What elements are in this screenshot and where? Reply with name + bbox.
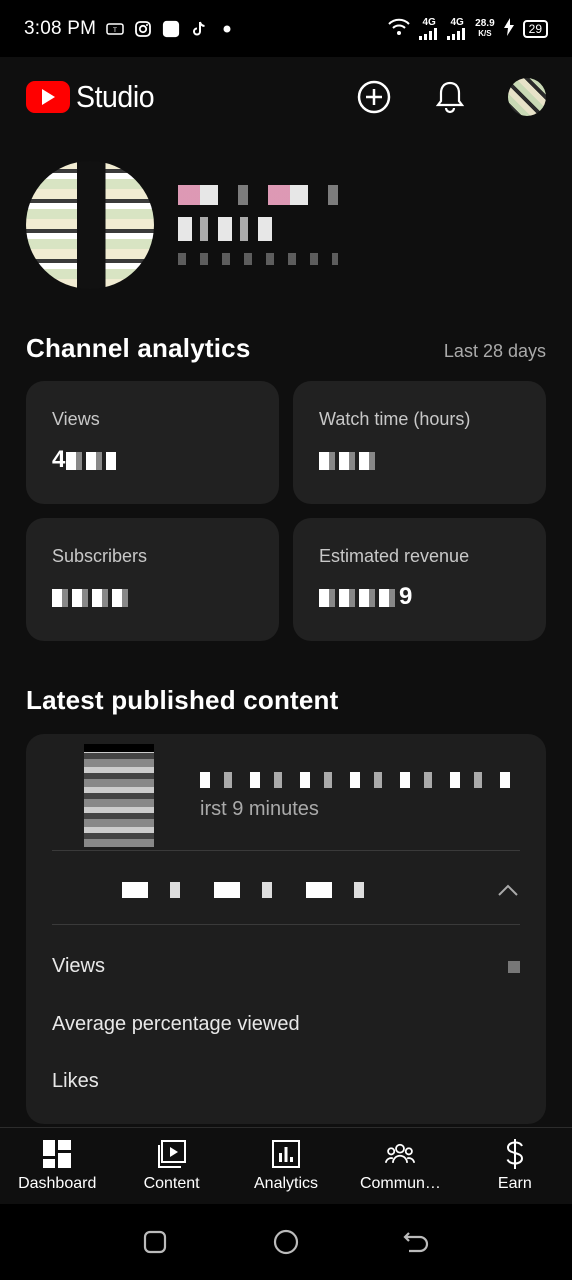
charging-icon — [503, 18, 515, 39]
home-icon — [273, 1229, 299, 1255]
svg-text:T: T — [112, 27, 117, 34]
back-icon — [403, 1232, 428, 1253]
network-1: 4G — [419, 17, 439, 40]
watch-time-card[interactable]: Watch time (hours) — [293, 381, 546, 504]
home-button[interactable] — [271, 1227, 301, 1257]
latest-title: Latest published content — [26, 685, 339, 715]
analytics-cards: Views 4 Watch time (hours) Subscribers E… — [26, 381, 546, 641]
divider — [52, 924, 520, 925]
bell-icon — [435, 81, 465, 114]
metric-row: Average percentage viewed — [52, 996, 520, 1053]
revenue-card[interactable]: Estimated revenue 9 — [293, 518, 546, 641]
back-button[interactable] — [402, 1227, 432, 1257]
community-icon — [385, 1139, 416, 1169]
ranking-redacted — [122, 882, 372, 898]
network-2: 4G — [447, 17, 467, 40]
channel-info — [178, 185, 338, 265]
nav-analytics[interactable]: Analytics — [229, 1128, 343, 1204]
channel-name-redacted — [178, 185, 338, 205]
nav-label: Earn — [497, 1175, 532, 1192]
channel-subscribers-redacted — [178, 253, 338, 265]
nav-dashboard[interactable]: Dashboard — [0, 1128, 114, 1204]
nav-content[interactable]: Content — [114, 1128, 228, 1204]
analytics-header: Channel analytics Last 28 days — [26, 333, 546, 364]
divider — [52, 850, 520, 851]
earn-icon — [500, 1139, 530, 1169]
subscribers-card[interactable]: Subscribers — [26, 518, 279, 641]
metric-label: Likes — [52, 1070, 99, 1092]
nav-label: Analytics — [254, 1175, 319, 1192]
battery-indicator: 29 — [522, 19, 548, 38]
views-card[interactable]: Views 4 — [26, 381, 279, 504]
card-value — [319, 446, 520, 474]
temu-icon: T — [106, 20, 124, 38]
studio-app: Studio Channel analytics Last 28 days Vi… — [0, 57, 572, 1127]
nav-label: Dashboard — [18, 1175, 97, 1192]
card-label: Estimated revenue — [319, 546, 470, 566]
analytics-icon — [271, 1139, 301, 1169]
notifications-button[interactable] — [432, 79, 468, 115]
bottom-nav: Dashboard Content Analytics Commun… Earn — [0, 1127, 572, 1204]
analytics-title: Channel analytics — [26, 333, 251, 363]
dashboard-icon — [42, 1139, 72, 1169]
nav-community[interactable]: Commun… — [343, 1128, 457, 1204]
metric-label: Views — [52, 955, 105, 977]
card-value: 4 — [52, 446, 253, 474]
nav-earn[interactable]: Earn — [458, 1128, 572, 1204]
wifi-icon — [387, 18, 411, 39]
status-time: 3:08 PM — [24, 17, 97, 39]
status-bar: 3:08 PM T 4G 4G 28.9 K/S 29 — [0, 0, 572, 57]
video-title-redacted — [200, 772, 520, 788]
card-value — [52, 583, 253, 611]
youtube-logo-icon — [26, 81, 70, 113]
metric-value-redacted — [508, 960, 520, 973]
metric-row: Views — [52, 938, 520, 995]
instagram-icon — [134, 20, 152, 38]
recents-icon — [144, 1230, 167, 1254]
network-speed: 28.9 K/S — [475, 17, 495, 38]
content-icon — [157, 1139, 187, 1169]
nav-label: Commun… — [359, 1175, 441, 1192]
metric-row: Likes — [52, 1053, 520, 1110]
create-button[interactable] — [356, 79, 392, 115]
card-label: Views — [52, 409, 100, 429]
studio-logo[interactable]: Studio — [26, 79, 161, 115]
recents-button[interactable] — [140, 1227, 170, 1257]
card-value: 9 — [319, 583, 520, 611]
latest-content-card[interactable]: irst 9 minutes Views Average percentage … — [26, 734, 546, 1124]
nav-label: Content — [143, 1175, 200, 1192]
metric-label: Average percentage viewed — [52, 1013, 300, 1035]
metrics-expand-row[interactable] — [52, 858, 520, 922]
dot-icon — [218, 20, 236, 38]
card-label: Watch time (hours) — [319, 409, 471, 429]
analytics-period[interactable]: Last 28 days — [444, 341, 546, 362]
account-avatar[interactable] — [508, 78, 546, 116]
video-thumbnail[interactable] — [84, 744, 154, 847]
channel-handle-redacted — [178, 217, 274, 241]
system-nav-bar — [0, 1204, 572, 1280]
chevron-up-icon[interactable] — [496, 878, 520, 902]
tiktok-icon — [190, 20, 208, 38]
studio-title: Studio — [76, 79, 155, 114]
top-bar: Studio — [0, 57, 572, 137]
app-icon — [162, 20, 180, 38]
card-label: Subscribers — [52, 546, 148, 566]
latest-header: Latest published content — [26, 685, 546, 716]
channel-avatar[interactable] — [26, 161, 154, 289]
plus-circle-icon — [357, 80, 391, 114]
video-subtitle: irst 9 minutes — [200, 798, 319, 820]
channel-header[interactable] — [26, 161, 338, 289]
